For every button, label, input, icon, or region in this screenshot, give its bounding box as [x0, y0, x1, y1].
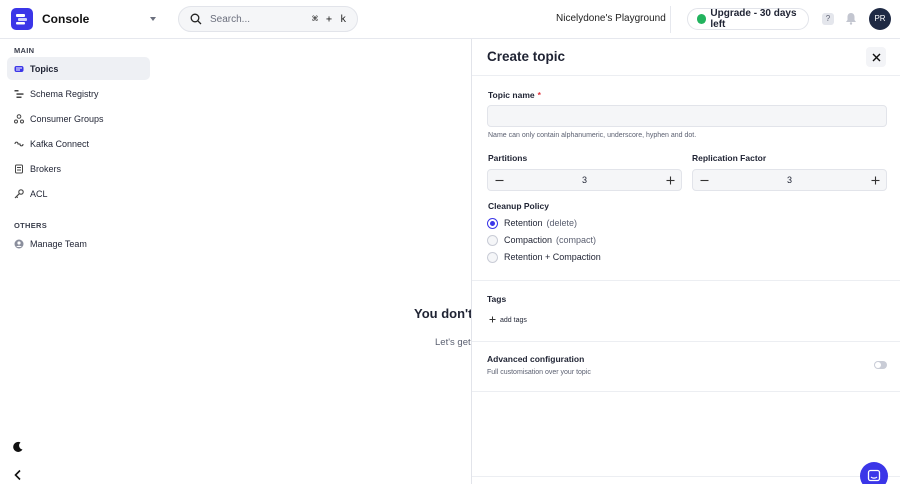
- option-sublabel: (delete): [546, 218, 578, 228]
- avatar[interactable]: PR: [869, 8, 891, 30]
- chat-support-icon[interactable]: [860, 462, 888, 484]
- sidebar-item-label: Manage Team: [30, 238, 87, 249]
- dark-mode-moon-icon[interactable]: [12, 441, 24, 456]
- replication-factor-label: Replication Factor: [692, 153, 767, 163]
- plus-icon[interactable]: [665, 175, 675, 185]
- sidebar-item-label: Kafka Connect: [30, 138, 90, 149]
- drawer-title: Create topic: [487, 49, 566, 64]
- cleanup-option-retention[interactable]: Retention (delete): [487, 216, 577, 230]
- add-tags-button[interactable]: add tags: [489, 316, 527, 325]
- option-label: Retention + Compaction: [504, 252, 601, 262]
- topics-icon: [14, 64, 24, 74]
- topic-name-input[interactable]: [487, 105, 887, 127]
- advanced-config-title: Advanced configuration: [487, 354, 585, 364]
- sidebar-section-others: OTHERS: [14, 221, 48, 230]
- search-placeholder: Search...: [210, 14, 251, 25]
- search-shortcut: ⌘ + k: [312, 14, 348, 25]
- sidebar-section-main: MAIN: [14, 46, 35, 55]
- close-icon[interactable]: [866, 47, 886, 67]
- console-logo-icon[interactable]: [11, 8, 33, 30]
- empty-state-title: You don't: [414, 306, 473, 321]
- sidebar-item-label: Consumer Groups: [30, 113, 104, 124]
- section-divider: [472, 341, 900, 342]
- empty-state-subtitle: Let's get: [435, 337, 471, 348]
- team-icon: [14, 239, 24, 249]
- section-divider: [472, 391, 900, 392]
- drawer-header-divider: [472, 75, 900, 76]
- sidebar-item-label: Topics: [30, 63, 59, 74]
- sidebar-item-label: Brokers: [30, 163, 62, 174]
- option-label: Retention: [504, 218, 543, 228]
- top-bar: Console Search... ⌘ + k Nicelydone's Pla…: [0, 0, 900, 39]
- sidebar-item-label: Schema Registry: [30, 88, 99, 99]
- help-icon[interactable]: ?: [822, 13, 834, 25]
- topic-name-label: Topic name *: [488, 90, 541, 100]
- connect-icon: [14, 139, 24, 149]
- header-divider: [670, 6, 671, 33]
- search-icon: [190, 13, 202, 28]
- replication-factor-stepper[interactable]: 3: [692, 169, 887, 191]
- sidebar-item-acl[interactable]: ACL: [7, 182, 150, 205]
- search-box[interactable]: Search... ⌘ + k: [178, 6, 358, 32]
- sidebar-item-kafka-connect[interactable]: Kafka Connect: [7, 132, 150, 155]
- trial-status-dot: [697, 14, 707, 24]
- partitions-stepper[interactable]: 3: [487, 169, 682, 191]
- footer-divider: [472, 476, 900, 477]
- replication-factor-value: 3: [786, 175, 792, 185]
- partitions-label: Partitions: [488, 153, 528, 163]
- option-sublabel: (compact): [556, 235, 597, 245]
- upgrade-button[interactable]: Upgrade - 30 days left: [687, 8, 809, 30]
- add-tags-label: add tags: [500, 317, 527, 324]
- tags-label: Tags: [487, 294, 507, 304]
- collapse-sidebar-chevron-left-icon[interactable]: [12, 469, 24, 484]
- option-label: Compaction: [504, 235, 553, 245]
- org-name[interactable]: Nicelydone's Playground: [556, 13, 666, 24]
- section-divider: [472, 280, 900, 281]
- upgrade-label: Upgrade - 30 days left: [710, 8, 797, 30]
- schema-icon: [14, 89, 24, 99]
- sidebar-item-manage-team[interactable]: Manage Team: [7, 232, 150, 255]
- topic-name-hint: Name can only contain alphanumeric, unde…: [488, 132, 697, 139]
- bell-icon[interactable]: [845, 12, 857, 28]
- app-switcher-chevron-icon[interactable]: [146, 12, 160, 26]
- cleanup-option-retention-compaction[interactable]: Retention + Compaction: [487, 250, 601, 264]
- cleanup-policy-label: Cleanup Policy: [488, 201, 549, 211]
- radio-unselected[interactable]: [487, 234, 498, 246]
- sidebar: MAIN Topics Schema Registry Consumer Gro…: [0, 39, 158, 484]
- plus-icon: [489, 316, 496, 325]
- advanced-config-subtitle: Full customisation over your topic: [487, 369, 591, 376]
- sidebar-item-consumer-groups[interactable]: Consumer Groups: [7, 107, 150, 130]
- sidebar-item-brokers[interactable]: Brokers: [7, 157, 150, 180]
- brokers-icon: [14, 164, 24, 174]
- sidebar-item-schema-registry[interactable]: Schema Registry: [7, 82, 150, 105]
- radio-selected[interactable]: [487, 217, 498, 229]
- create-topic-drawer: Create topic Topic name * Name can only c…: [471, 39, 900, 484]
- sidebar-item-topics[interactable]: Topics: [7, 57, 150, 80]
- advanced-config-toggle[interactable]: [874, 361, 887, 369]
- cleanup-option-compaction[interactable]: Compaction (compact): [487, 233, 596, 247]
- radio-unselected[interactable]: [487, 251, 498, 263]
- app-title: Console: [42, 12, 90, 26]
- key-icon: [14, 188, 24, 199]
- plus-icon[interactable]: [870, 175, 880, 185]
- consumer-groups-icon: [14, 113, 24, 124]
- sidebar-item-label: ACL: [30, 188, 48, 199]
- partitions-value: 3: [581, 175, 587, 185]
- required-asterisk: *: [537, 90, 541, 100]
